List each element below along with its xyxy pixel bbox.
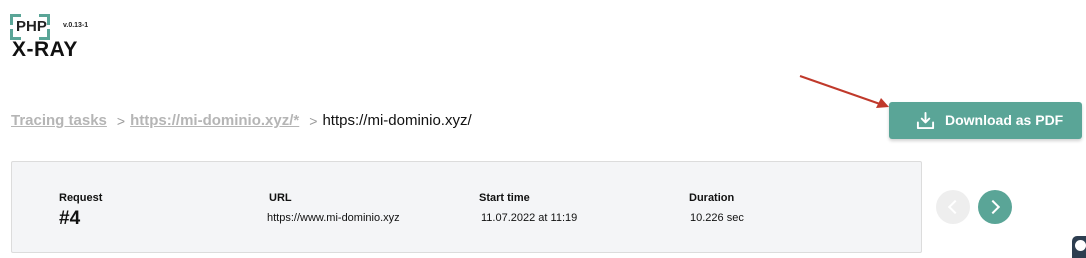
chat-icon <box>1075 240 1086 251</box>
download-pdf-button[interactable]: Download as PDF <box>889 102 1082 139</box>
php-badge: PHP <box>10 14 50 40</box>
breadcrumb: Tracing tasks > https://mi-dominio.xyz/*… <box>11 112 472 129</box>
breadcrumb-domain-pattern[interactable]: https://mi-dominio.xyz/* <box>130 112 299 129</box>
request-url: https://www.mi-dominio.xyz <box>267 212 400 224</box>
chevron-left-icon <box>947 199 963 215</box>
breadcrumb-tracing-tasks[interactable]: Tracing tasks <box>11 112 107 129</box>
next-request-button[interactable] <box>978 190 1012 224</box>
download-icon <box>916 111 935 130</box>
duration-header: Duration <box>689 192 735 204</box>
url-header: URL <box>269 192 292 204</box>
previous-request-button[interactable] <box>936 190 970 224</box>
request-summary-card: Request #4 URL https://www.mi-dominio.xy… <box>11 161 922 253</box>
download-pdf-label: Download as PDF <box>945 112 1064 128</box>
logo-name: X-RAY <box>12 38 78 61</box>
breadcrumb-separator-icon: > <box>116 112 126 129</box>
breadcrumb-separator-icon: > <box>309 112 318 129</box>
chat-widget-button[interactable] <box>1072 236 1086 258</box>
arrow-annotation <box>799 75 889 108</box>
chevron-right-icon <box>985 199 1001 215</box>
request-duration: 10.226 sec <box>690 212 744 224</box>
start-time-header: Start time <box>479 192 530 204</box>
app-version: v.0.13-1 <box>63 22 89 29</box>
logo-php-text: PHP <box>16 18 47 35</box>
request-header: Request <box>59 192 103 204</box>
app-logo[interactable]: PHP v.0.13-1 X-RAY <box>10 14 110 62</box>
breadcrumb-current: https://mi-dominio.xyz/ <box>322 112 472 129</box>
request-start-time: 11.07.2022 at 11:19 <box>481 212 578 224</box>
request-number: #4 <box>59 208 81 229</box>
